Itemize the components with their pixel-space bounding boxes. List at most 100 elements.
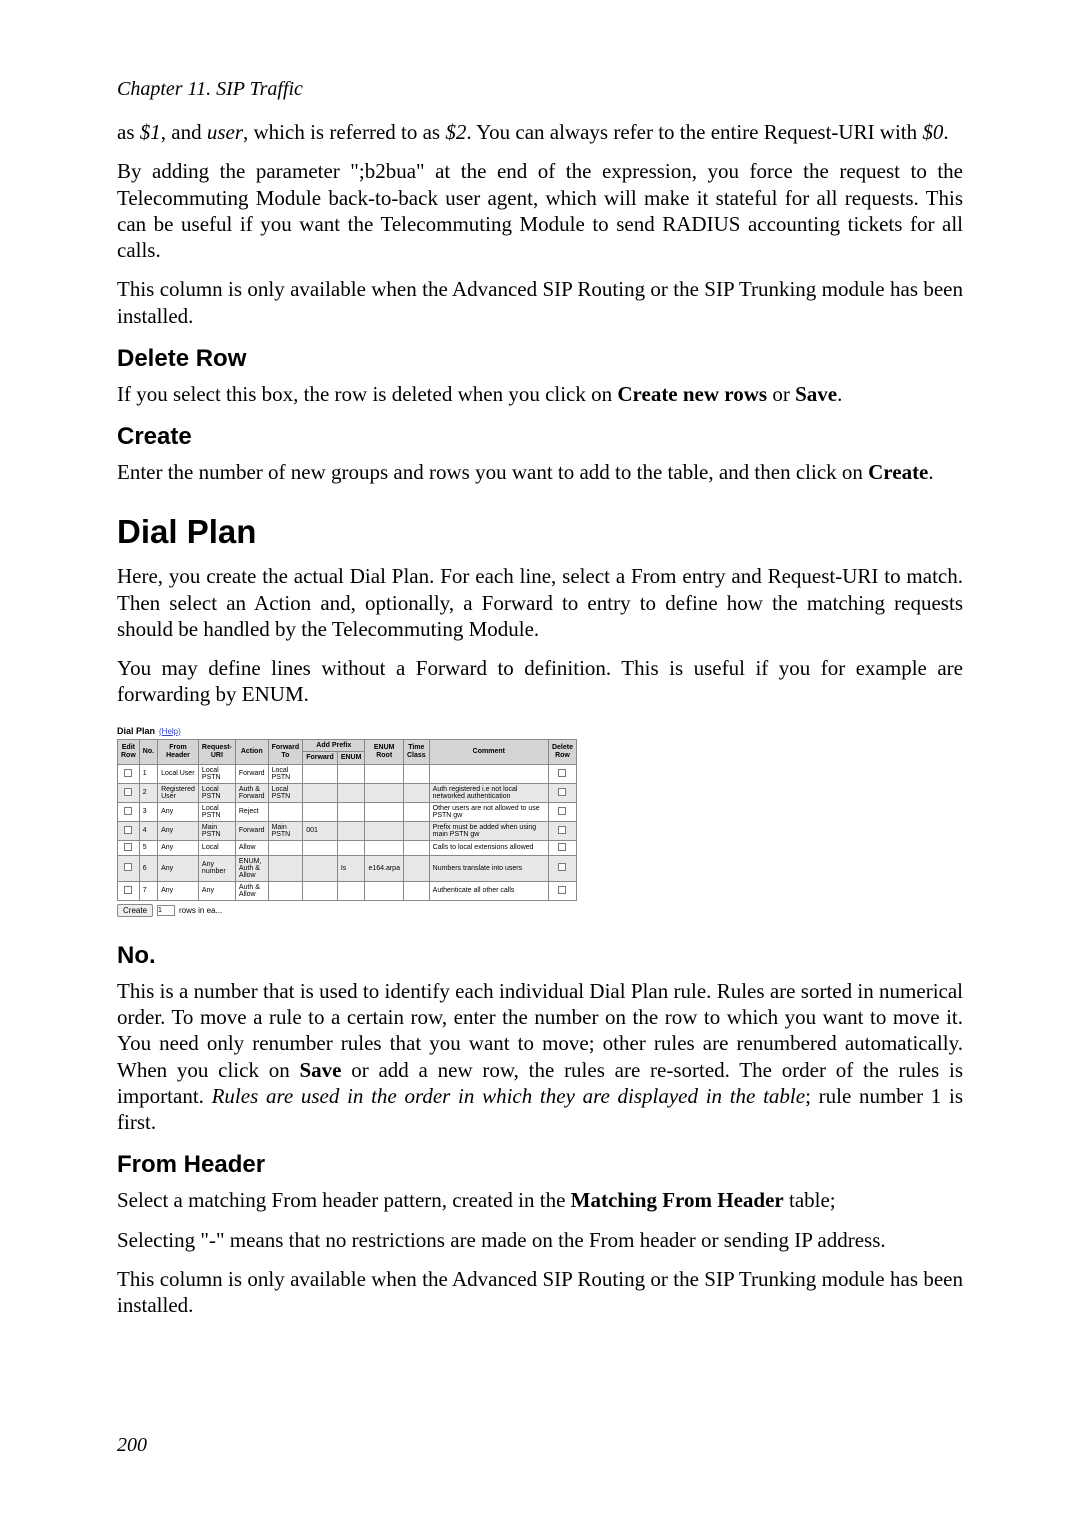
cell-no: 5 (139, 840, 157, 855)
bold-text: Save (795, 382, 837, 406)
th-from-header: From Header (158, 739, 199, 764)
cell-enum: Is (337, 855, 365, 881)
cell-ruri: Local PSTN (198, 783, 235, 802)
text: table; (784, 1188, 836, 1212)
cell-ruri: Any (198, 881, 235, 900)
delete-checkbox[interactable] (558, 788, 566, 796)
table-row: 1 Local User Local PSTN Forward Local PS… (118, 764, 577, 783)
edit-checkbox[interactable] (124, 826, 132, 834)
cell-enum (337, 840, 365, 855)
cell-action: Allow (235, 840, 268, 855)
cell-enum (337, 821, 365, 840)
cell-enum (337, 783, 365, 802)
text: , and (161, 120, 207, 144)
delete-checkbox[interactable] (558, 769, 566, 777)
th-action: Action (235, 739, 268, 764)
th-forward-to: Forward To (268, 739, 303, 764)
cell-comment: Numbers translate into users (429, 855, 548, 881)
cell-ruri: Local PSTN (198, 802, 235, 821)
edit-checkbox[interactable] (124, 843, 132, 851)
delete-checkbox[interactable] (558, 863, 566, 871)
text: . (837, 382, 842, 406)
cell-time (403, 840, 429, 855)
cell-root: e164.arpa (365, 855, 404, 881)
cell-root (365, 764, 404, 783)
cell-no: 3 (139, 802, 157, 821)
cell-from: Any (158, 840, 199, 855)
paragraph-delete: If you select this box, the row is delet… (117, 381, 963, 407)
cell-comment: Authenticate all other calls (429, 881, 548, 900)
italic-text: Rules are used in the order in which the… (212, 1084, 805, 1108)
cell-fwd (268, 840, 303, 855)
edit-checkbox[interactable] (124, 863, 132, 871)
bold-text: Matching From Header (571, 1188, 784, 1212)
cell-from: Local User (158, 764, 199, 783)
edit-checkbox[interactable] (124, 788, 132, 796)
cell-fwd: Local PSTN (268, 764, 303, 783)
screenshot-title: Dial Plan (117, 726, 155, 736)
text: . (943, 120, 948, 144)
cell-prefix: 001 (303, 821, 338, 840)
paragraph-from-2: Selecting "-" means that no restrictions… (117, 1227, 963, 1253)
cell-comment: Auth registered i.e not local networked … (429, 783, 548, 802)
cell-ruri: Main PSTN (198, 821, 235, 840)
cell-action: Auth & Forward (235, 783, 268, 802)
cell-root (365, 821, 404, 840)
cell-fwd (268, 802, 303, 821)
cell-no: 2 (139, 783, 157, 802)
table-row: 2 Registered User Local PSTN Auth & Forw… (118, 783, 577, 802)
variable-ref: $1 (140, 120, 161, 144)
cell-enum (337, 764, 365, 783)
paragraph-dialplan-1: Here, you create the actual Dial Plan. F… (117, 563, 963, 642)
heading-dial-plan: Dial Plan (117, 513, 963, 551)
create-rows-input[interactable] (157, 905, 175, 916)
cell-time (403, 764, 429, 783)
delete-checkbox[interactable] (558, 886, 566, 894)
cell-ruri: Local PSTN (198, 764, 235, 783)
th-add-prefix: Add Prefix (303, 739, 365, 752)
create-button[interactable]: Create (117, 904, 153, 917)
cell-root (365, 840, 404, 855)
delete-checkbox[interactable] (558, 807, 566, 815)
table-row: 6 Any Any number ENUM, Auth & Allow Is e… (118, 855, 577, 881)
paragraph-column-availability: This column is only available when the A… (117, 276, 963, 329)
cell-from: Any (158, 881, 199, 900)
help-link[interactable]: (Help) (159, 727, 181, 736)
text: . You can always refer to the entire Req… (466, 120, 922, 144)
th-sub-forward: Forward (303, 752, 338, 765)
edit-checkbox[interactable] (124, 807, 132, 815)
cell-time (403, 783, 429, 802)
chapter-header: Chapter 11. SIP Traffic (117, 78, 963, 101)
paragraph-dialplan-2: You may define lines without a Forward t… (117, 655, 963, 708)
delete-checkbox[interactable] (558, 826, 566, 834)
variable-ref: $2 (445, 120, 466, 144)
th-request-uri: Request-URI (198, 739, 235, 764)
cell-no: 6 (139, 855, 157, 881)
cell-enum (337, 881, 365, 900)
cell-fwd (268, 855, 303, 881)
th-comment: Comment (429, 739, 548, 764)
cell-fwd: Local PSTN (268, 783, 303, 802)
cell-comment: Prefix must be added when using main PST… (429, 821, 548, 840)
heading-from-header: From Header (117, 1151, 963, 1179)
table-row: 3 Any Local PSTN Reject Other users are … (118, 802, 577, 821)
edit-checkbox[interactable] (124, 886, 132, 894)
edit-checkbox[interactable] (124, 769, 132, 777)
cell-comment: Calls to local extensions allowed (429, 840, 548, 855)
cell-comment: Other users are not allowed to use PSTN … (429, 802, 548, 821)
cell-action: Auth & Allow (235, 881, 268, 900)
cell-root (365, 881, 404, 900)
text: Select a matching From header pattern, c… (117, 1188, 571, 1212)
cell-from: Any (158, 802, 199, 821)
cell-prefix (303, 802, 338, 821)
cell-ruri: Local (198, 840, 235, 855)
cell-prefix (303, 855, 338, 881)
cell-time (403, 821, 429, 840)
intro-paragraph: as $1, and user, which is referred to as… (117, 119, 963, 145)
paragraph-b2bua: By adding the parameter ";b2bua" at the … (117, 158, 963, 263)
th-delete-row: Delete Row (548, 739, 576, 764)
cell-fwd (268, 881, 303, 900)
th-sub-enum: ENUM (337, 752, 365, 765)
paragraph-from-1: Select a matching From header pattern, c… (117, 1187, 963, 1213)
delete-checkbox[interactable] (558, 843, 566, 851)
